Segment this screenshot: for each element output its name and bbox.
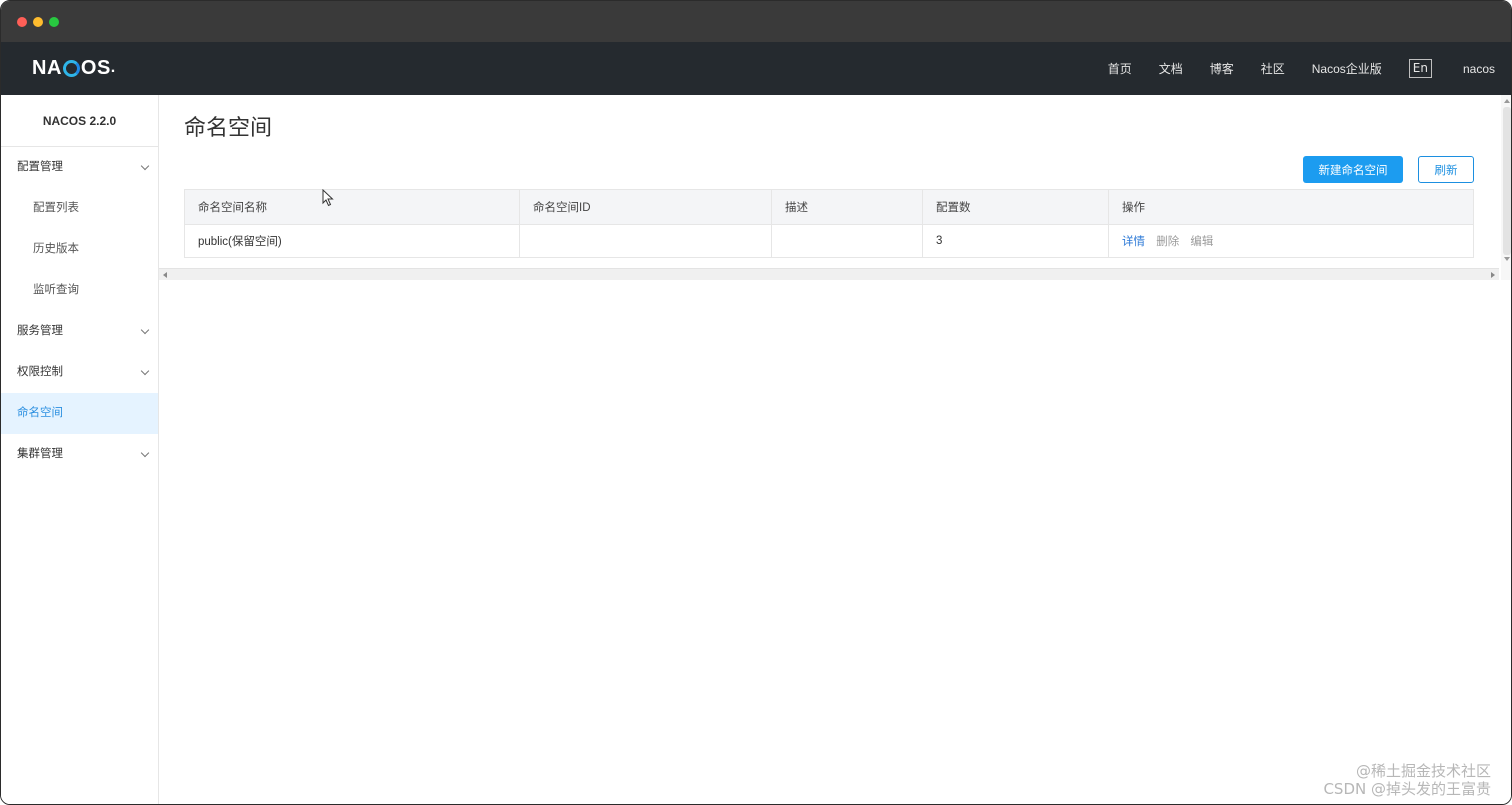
table-row: public(保留空间) 3 详情 删除 编辑 — [184, 224, 1474, 258]
chevron-down-icon — [140, 448, 150, 458]
logo-ring-icon — [62, 59, 80, 77]
scroll-left-icon[interactable] — [163, 272, 167, 278]
actions-cell: 详情 删除 编辑 — [1108, 224, 1474, 258]
scroll-right-icon[interactable] — [1491, 272, 1495, 278]
vertical-scrollbar[interactable] — [1501, 95, 1511, 280]
scroll-down-icon[interactable] — [1504, 257, 1510, 261]
window-titlebar — [1, 1, 1511, 42]
edit-link[interactable]: 编辑 — [1190, 236, 1213, 248]
mouse-pointer-icon — [322, 189, 334, 207]
sidebar-item-label: 集群管理 — [17, 448, 63, 460]
close-window-icon[interactable] — [17, 17, 27, 27]
nav-link-docs[interactable]: 文档 — [1159, 60, 1183, 77]
namespace-name-cell: public(保留空间) — [184, 224, 520, 258]
column-header-name: 命名空间名称 — [184, 189, 520, 225]
nav-link-enterprise[interactable]: Nacos企业版 — [1312, 60, 1382, 77]
scrollbar-thumb[interactable] — [1503, 107, 1511, 255]
version-label: NACOS 2.2.0 — [1, 95, 158, 147]
sidebar-item-label: 服务管理 — [17, 325, 63, 337]
main-content: 命名空间 新建命名空间 刷新 命名空间名称 命名空间ID 描述 配置数 操作 p… — [159, 95, 1511, 804]
delete-link[interactable]: 删除 — [1156, 236, 1179, 248]
sidebar-item-label: 权限控制 — [17, 366, 63, 378]
namespace-table: 命名空间名称 命名空间ID 描述 配置数 操作 public(保留空间) 3 详… — [184, 189, 1474, 258]
sidebar-item-label: 监听查询 — [33, 284, 79, 296]
nav-link-community[interactable]: 社区 — [1261, 60, 1285, 77]
top-navigation: NA OS. 首页 文档 博客 社区 Nacos企业版 En nacos — [1, 42, 1511, 95]
chevron-down-icon — [140, 366, 150, 376]
sidebar-item-cluster-management[interactable]: 集群管理 — [1, 434, 158, 475]
nav-link-home[interactable]: 首页 — [1108, 60, 1132, 77]
page-title: 命名空间 — [184, 115, 273, 140]
column-header-id: 命名空间ID — [519, 189, 772, 225]
sidebar-item-label: 历史版本 — [33, 243, 79, 255]
sidebar-item-namespace[interactable]: 命名空间 — [1, 393, 158, 434]
nav-link-blog[interactable]: 博客 — [1210, 60, 1234, 77]
horizontal-scrollbar[interactable] — [159, 268, 1499, 280]
sidebar-item-label: 配置管理 — [17, 161, 63, 173]
user-menu[interactable]: nacos — [1463, 62, 1495, 76]
watermark: @稀土掘金技术社区 CSDN @掉头发的王富贵 — [1323, 762, 1491, 798]
sidebar-item-config-management[interactable]: 配置管理 — [1, 147, 158, 188]
sidebar-item-label: 命名空间 — [17, 407, 63, 419]
browser-window: NA OS. 首页 文档 博客 社区 Nacos企业版 En nacos NACO… — [0, 0, 1512, 805]
namespace-description-cell — [771, 224, 923, 258]
sidebar: NACOS 2.2.0 配置管理 配置列表 历史版本 监听查询 服务管理 权限控… — [1, 95, 159, 804]
table-header-row: 命名空间名称 命名空间ID 描述 配置数 操作 — [184, 189, 1474, 225]
chevron-down-icon — [140, 325, 150, 335]
column-header-config-count: 配置数 — [922, 189, 1109, 225]
config-count-cell: 3 — [922, 224, 1109, 258]
sidebar-item-access-control[interactable]: 权限控制 — [1, 352, 158, 393]
sidebar-item-history[interactable]: 历史版本 — [1, 229, 158, 270]
create-namespace-button[interactable]: 新建命名空间 — [1303, 156, 1403, 183]
scroll-up-icon[interactable] — [1504, 99, 1510, 103]
refresh-button[interactable]: 刷新 — [1418, 156, 1474, 183]
column-header-description: 描述 — [771, 189, 923, 225]
detail-link[interactable]: 详情 — [1122, 236, 1145, 248]
sidebar-item-label: 配置列表 — [33, 202, 79, 214]
top-nav-links: 首页 文档 博客 社区 Nacos企业版 En nacos — [1108, 42, 1511, 95]
chevron-down-icon — [140, 161, 150, 171]
namespace-id-cell — [519, 224, 772, 258]
watermark-line-1: @稀土掘金技术社区 — [1355, 762, 1491, 780]
sidebar-item-config-list[interactable]: 配置列表 — [1, 188, 158, 229]
watermark-line-2: CSDN @掉头发的王富贵 — [1323, 780, 1491, 798]
sidebar-item-listener-query[interactable]: 监听查询 — [1, 270, 158, 311]
column-header-actions: 操作 — [1108, 189, 1474, 225]
sidebar-item-service-management[interactable]: 服务管理 — [1, 311, 158, 352]
nacos-logo[interactable]: NA OS. — [32, 56, 116, 80]
maximize-window-icon[interactable] — [49, 17, 59, 27]
minimize-window-icon[interactable] — [33, 17, 43, 27]
language-toggle[interactable]: En — [1408, 59, 1432, 78]
